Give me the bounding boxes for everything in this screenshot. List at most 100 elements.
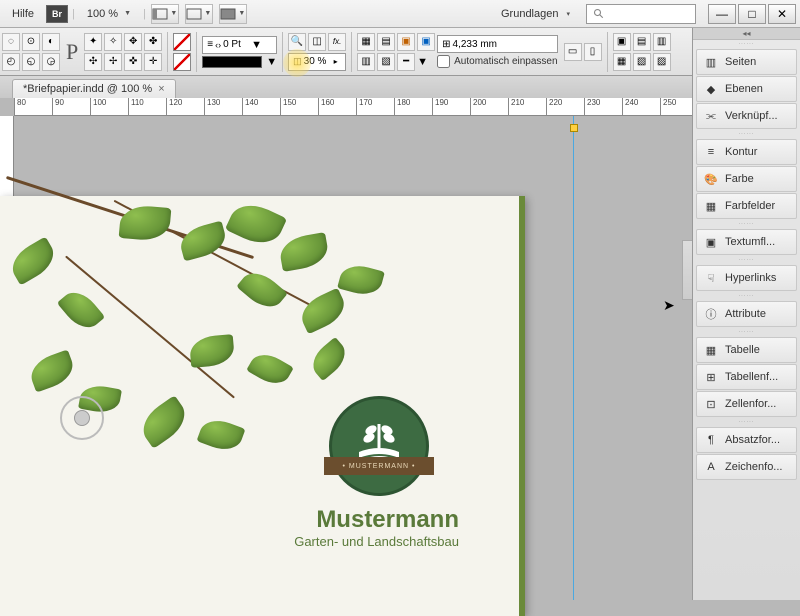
- arrange-btn[interactable]: ▣: [613, 33, 631, 51]
- ruler-tick: 220: [546, 98, 562, 116]
- tableformat-icon: ⊞: [703, 369, 719, 385]
- tool-btn[interactable]: ✜: [124, 53, 142, 71]
- guide-vertical[interactable]: [573, 116, 574, 600]
- paraformat-icon: ¶: [703, 432, 719, 448]
- fill-none-swatch[interactable]: [173, 33, 191, 51]
- panel-hyperlinks[interactable]: ☟Hyperlinks: [696, 265, 797, 291]
- view-mode-button-3[interactable]: ▼: [219, 4, 247, 24]
- fit-btn[interactable]: ▣: [397, 33, 415, 51]
- company-text: Mustermann Garten- und Landschaftsbau: [294, 506, 459, 549]
- logo-banner: • MUSTERMANN •: [324, 457, 434, 475]
- panel-paraformat[interactable]: ¶Absatzfor...: [696, 427, 797, 453]
- arrange-btn[interactable]: ▧: [633, 53, 651, 71]
- ruler-tick: 190: [432, 98, 448, 116]
- fx-btn-2[interactable]: ◫: [308, 33, 326, 51]
- panel-charformat[interactable]: A Zeichenfo...: [696, 454, 797, 480]
- stroke-none-swatch[interactable]: [173, 53, 191, 71]
- chevron-down-icon: ▼: [266, 56, 277, 68]
- document-tab[interactable]: *Briefpapier.indd @ 100 % ×: [12, 79, 176, 98]
- bridge-button[interactable]: Br: [46, 5, 68, 23]
- charformat-icon: A: [703, 459, 719, 475]
- panel-tableformat[interactable]: ⊞Tabellenf...: [696, 364, 797, 390]
- close-button[interactable]: ✕: [768, 4, 796, 24]
- ruler-tick: 100: [90, 98, 106, 116]
- align-btn[interactable]: ▦: [357, 33, 375, 51]
- tool-btn[interactable]: ✦: [84, 33, 102, 51]
- company-name: Mustermann: [294, 506, 459, 534]
- align-btn[interactable]: ▥: [357, 53, 375, 71]
- autofit-checkbox[interactable]: [437, 55, 450, 68]
- panel-cellformat[interactable]: ⊡Zellenfor...: [696, 391, 797, 417]
- tool-btn[interactable]: ✢: [104, 53, 122, 71]
- stroke-style-swatch[interactable]: [202, 56, 262, 68]
- tool-btn[interactable]: ✤: [144, 33, 162, 51]
- workspace-switcher[interactable]: Grundlagen▾: [489, 6, 582, 22]
- panel-attributes[interactable]: ⓘAttribute: [696, 301, 797, 327]
- ruler-tick: 240: [622, 98, 638, 116]
- fit-btn[interactable]: ━: [397, 53, 415, 71]
- panel-links[interactable]: ⫘Verknüpf...: [696, 103, 797, 129]
- chevron-down-icon: ▼: [124, 10, 131, 17]
- ruler-horizontal[interactable]: 8090100110120130140150160170180190200210…: [14, 98, 800, 116]
- search-input[interactable]: [586, 4, 696, 24]
- panel-color[interactable]: 🎨Farbe: [696, 166, 797, 192]
- frame-btn[interactable]: ▯: [584, 43, 602, 61]
- arrange-btn[interactable]: ▨: [653, 53, 671, 71]
- collapse-panels-icon[interactable]: ◂◂: [693, 28, 800, 40]
- tool-btn[interactable]: ◌: [2, 33, 20, 51]
- minimize-button[interactable]: —: [708, 4, 736, 24]
- ruler-tick: 170: [356, 98, 372, 116]
- fx-btn-1[interactable]: 🔍: [288, 33, 306, 51]
- fx-btn-3[interactable]: fx.: [328, 33, 346, 51]
- arrange-btn[interactable]: ▥: [653, 33, 671, 51]
- work-area: • MUSTERMANN • Mustermann Garten- und La…: [0, 116, 692, 600]
- content-grabber[interactable]: [60, 396, 104, 440]
- maximize-button[interactable]: □: [738, 4, 766, 24]
- links-icon: ⫘: [703, 108, 719, 124]
- size-field[interactable]: ⊞ 4,233 mm: [437, 35, 557, 53]
- tool-btn[interactable]: ✧: [104, 33, 122, 51]
- panel-label: Ebenen: [725, 83, 763, 95]
- fit-btn[interactable]: ▣: [417, 33, 435, 51]
- paragraph-icon[interactable]: P: [62, 39, 82, 65]
- company-subline: Garten- und Landschaftsbau: [294, 534, 459, 549]
- tool-btn[interactable]: ◴: [2, 53, 20, 71]
- arrange-btn[interactable]: ▤: [633, 33, 651, 51]
- panel-stroke[interactable]: ≡Kontur: [696, 139, 797, 165]
- opacity-field[interactable]: ◫ 30 % ▸: [288, 53, 346, 71]
- view-mode-button-1[interactable]: ▼: [151, 4, 179, 24]
- zoom-level[interactable]: 100 %▼: [79, 6, 139, 22]
- arrange-btn[interactable]: ▦: [613, 53, 631, 71]
- panel-dock: ◂◂ ∙∙∙∙∙∙ ▥Seiten◆Ebenen⫘Verknüpf...∙∙∙∙…: [692, 28, 800, 600]
- panel-label: Zeichenfo...: [725, 461, 782, 473]
- tool-btn[interactable]: ⊙: [22, 33, 40, 51]
- close-tab-icon[interactable]: ×: [158, 83, 164, 95]
- tool-btn[interactable]: ◶: [42, 53, 60, 71]
- tool-btn[interactable]: ◵: [22, 53, 40, 71]
- panel-layers[interactable]: ◆Ebenen: [696, 76, 797, 102]
- workspace-label: Grundlagen: [501, 8, 559, 20]
- ruler-tick: 230: [584, 98, 600, 116]
- view-mode-button-2[interactable]: ▼: [185, 4, 213, 24]
- align-btn[interactable]: ▧: [377, 53, 395, 71]
- tool-btn[interactable]: ✣: [84, 53, 102, 71]
- help-menu[interactable]: Hilfe: [4, 4, 42, 24]
- document-canvas[interactable]: • MUSTERMANN • Mustermann Garten- und La…: [0, 196, 525, 616]
- tool-btn[interactable]: ✥: [124, 33, 142, 51]
- drag-handle[interactable]: ∙∙∙∙∙∙: [693, 40, 800, 48]
- stroke-weight-field[interactable]: ≡ ‹› 0 Pt ▼: [202, 36, 277, 54]
- tool-btn[interactable]: ◐: [42, 33, 60, 51]
- panel-swatches[interactable]: ▦Farbfelder: [696, 193, 797, 219]
- panel-label: Farbfelder: [725, 200, 775, 212]
- panel-grab-handle[interactable]: [682, 240, 692, 300]
- panel-table[interactable]: ▦Tabelle: [696, 337, 797, 363]
- color-icon: 🎨: [703, 171, 719, 187]
- frame-btn[interactable]: ▭: [564, 43, 582, 61]
- panel-label: Textumfl...: [725, 236, 775, 248]
- panel-pages[interactable]: ▥Seiten: [696, 49, 797, 75]
- panel-textwrap[interactable]: ▣Textumfl...: [696, 229, 797, 255]
- tool-btn[interactable]: ✛: [144, 53, 162, 71]
- search-icon: [593, 8, 605, 20]
- guide-handle[interactable]: [570, 124, 578, 132]
- align-btn[interactable]: ▤: [377, 33, 395, 51]
